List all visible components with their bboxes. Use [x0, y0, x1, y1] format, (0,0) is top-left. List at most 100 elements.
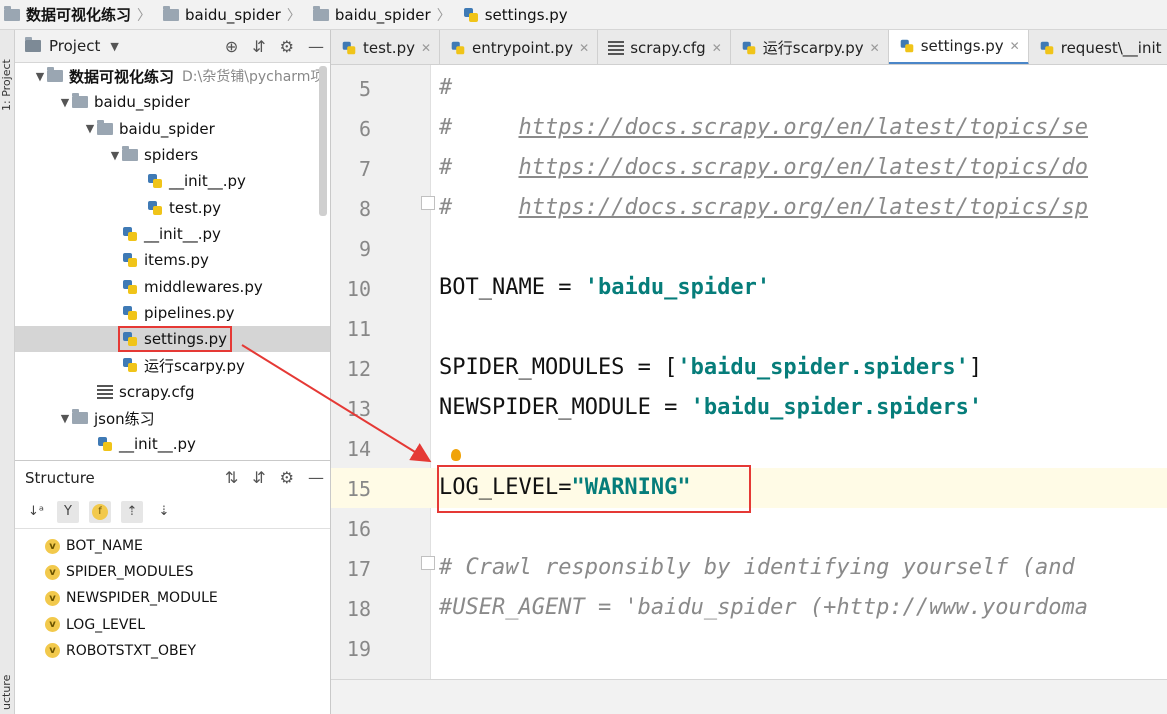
tree-item-label: __init__.py: [169, 172, 246, 191]
tree-item[interactable]: middlewares.py: [15, 273, 330, 299]
structure-item-label: ROBOTSTXT_OBEY: [66, 642, 197, 659]
editor-tab-label: settings.py: [920, 37, 1004, 55]
tree-scrollbar[interactable]: [319, 66, 327, 216]
lightbulb-icon[interactable]: [451, 449, 461, 461]
editor-tab[interactable]: test.py ✕: [331, 30, 441, 64]
code-line: #USER_AGENT = 'baidu_spider (+http://www…: [439, 595, 1088, 620]
folder-icon: [4, 5, 20, 21]
code-line: NEWSPIDER_MODULE = 'baidu_spider.spiders…: [439, 395, 982, 420]
editor-tab[interactable]: entrypoint.py ✕: [440, 30, 599, 64]
line-number: 16: [346, 517, 371, 541]
editor-tabs: test.py ✕ entrypoint.py ✕ scrapy.cfg ✕ 运行scarp…: [331, 30, 1167, 65]
tree-item[interactable]: __init__.py: [15, 168, 330, 194]
tree-item[interactable]: __init__.py: [15, 431, 330, 457]
tree-item[interactable]: ▼ 数据可视化练习 D:\杂货铺\pycharm项: [15, 63, 330, 89]
structure-list: v BOT_NAME v SPIDER_MODULES v NEWSPIDER_MODUL…: [15, 529, 330, 664]
close-icon[interactable]: ✕: [712, 41, 722, 55]
structure-item[interactable]: v NEWSPIDER_MODULE: [15, 585, 330, 611]
tree-item[interactable]: settings.py: [15, 325, 330, 353]
line-number: 13: [346, 397, 371, 421]
tree-item[interactable]: ▼ spiders: [15, 142, 330, 168]
breadcrumb-separator-icon: 〉: [286, 7, 301, 24]
breadcrumb-item[interactable]: 数据可视化练习〉: [0, 4, 159, 25]
code-line: # https://docs.scrapy.org/en/latest/topi…: [439, 195, 1088, 220]
show-fields-icon[interactable]: f: [89, 500, 111, 523]
structure-item[interactable]: v SPIDER_MODULES: [15, 559, 330, 585]
structure-panel-title: Structure: [25, 469, 95, 487]
tree-item-label: settings.py: [144, 330, 227, 349]
editor-tab[interactable]: scrapy.cfg ✕: [598, 30, 731, 64]
tree-item[interactable]: __init__.py: [15, 221, 330, 247]
gear-icon[interactable]: ⚙: [280, 37, 294, 56]
sort-alpha-icon[interactable]: ↓ᵃ: [25, 501, 47, 523]
collapse-all-icon[interactable]: ⇵: [252, 468, 265, 487]
tree-item-label: spiders: [144, 146, 199, 165]
editor-tab[interactable]: 运行scarpy.py ✕: [731, 30, 889, 64]
fold-marker-icon[interactable]: [421, 556, 435, 570]
collapse-icon[interactable]: ⇵: [252, 37, 265, 56]
folder-icon: [72, 93, 88, 109]
chevron-down-icon[interactable]: ▼: [110, 40, 118, 53]
python-file-icon: [97, 436, 113, 452]
tree-item[interactable]: items.py: [15, 247, 330, 273]
chevron-down-icon[interactable]: ▼: [58, 96, 72, 109]
structure-item[interactable]: v ROBOTSTXT_OBEY: [15, 638, 330, 664]
python-file-icon: [451, 40, 465, 54]
folder-icon: [312, 5, 329, 21]
structure-item[interactable]: v BOT_NAME: [15, 533, 330, 559]
python-file-icon: [899, 39, 913, 53]
close-icon[interactable]: ✕: [421, 41, 431, 55]
minimize-icon[interactable]: —: [308, 468, 324, 487]
editor-tab[interactable]: settings.py ✕: [888, 30, 1029, 64]
breadcrumb-item[interactable]: baidu_spider 〉: [159, 5, 309, 25]
tree-item-path: D:\杂货铺\pycharm项: [182, 69, 325, 86]
close-icon[interactable]: ✕: [579, 41, 589, 55]
code-line: #: [439, 75, 452, 100]
editor-tab-label: request\__init: [1060, 38, 1162, 57]
project-tool-button[interactable]: 1: Project: [0, 40, 15, 130]
breadcrumb-separator-icon: 〉: [137, 7, 152, 24]
code-line: # https://docs.scrapy.org/en/latest/topi…: [439, 155, 1088, 180]
close-icon[interactable]: ✕: [870, 41, 880, 55]
locate-icon[interactable]: ⊕: [225, 37, 238, 56]
code-editor[interactable]: # # https://docs.scrapy.org/en/latest/top…: [431, 65, 1167, 679]
structure-item-label: NEWSPIDER_MODULE: [66, 590, 218, 607]
structure-tool-button[interactable]: ucture: [0, 670, 15, 714]
variable-icon: v: [45, 564, 60, 580]
editor-tab[interactable]: request\__init: [1029, 30, 1167, 64]
project-panel-title[interactable]: Project: [49, 37, 100, 55]
python-file-icon: [147, 200, 163, 216]
tree-item-label: 运行scarpy.py: [144, 356, 245, 375]
gear-icon[interactable]: ⚙: [280, 468, 294, 487]
project-panel: Project ▼ ⊕ ⇵ ⚙ — ▼ 数据可视化练习 D:\杂货铺\pycharm…: [15, 30, 331, 460]
breadcrumb-item[interactable]: baidu_spider 〉: [309, 5, 459, 25]
structure-toolbar: ↓ᵃ Y f ⇡ ⇣: [15, 495, 330, 529]
expand-all-icon[interactable]: ⇅: [225, 468, 238, 487]
tree-item[interactable]: pipelines.py: [15, 300, 330, 326]
show-inherited-icon[interactable]: Y: [57, 500, 79, 523]
fold-marker-icon[interactable]: [421, 196, 435, 210]
chevron-down-icon[interactable]: ▼: [108, 149, 122, 162]
tree-item[interactable]: ▼ baidu_spider: [15, 89, 330, 115]
breadcrumb-item[interactable]: settings.py: [459, 6, 572, 24]
close-icon[interactable]: ✕: [1010, 39, 1020, 53]
chevron-down-icon[interactable]: ▼: [58, 412, 72, 425]
line-number: 7: [358, 157, 371, 181]
tree-item[interactable]: 运行scarpy.py: [15, 352, 330, 378]
code-token: BOT_NAME =: [439, 275, 585, 300]
autoscroll-from-source-icon[interactable]: ⇣: [153, 501, 175, 523]
line-number: 5: [358, 77, 371, 101]
tree-item[interactable]: scrapy.cfg: [15, 379, 330, 405]
tree-item-label: scrapy.cfg: [119, 382, 195, 401]
tree-item[interactable]: test.py: [15, 194, 330, 220]
structure-panel: Structure ⇅ ⇵ ⚙ — ↓ᵃ Y f ⇡ ⇣ v BOT_NAME v S…: [15, 460, 331, 714]
chevron-down-icon[interactable]: ▼: [83, 122, 97, 135]
tree-item[interactable]: ▼ baidu_spider: [15, 116, 330, 142]
autoscroll-to-source-icon[interactable]: ⇡: [121, 500, 143, 523]
python-file-icon: [122, 226, 138, 242]
folder-icon: [122, 146, 138, 162]
structure-item[interactable]: v LOG_LEVEL: [15, 612, 330, 638]
chevron-down-icon[interactable]: ▼: [33, 70, 47, 83]
minimize-icon[interactable]: —: [308, 37, 324, 56]
tree-item[interactable]: ▼ json练习: [15, 405, 330, 431]
